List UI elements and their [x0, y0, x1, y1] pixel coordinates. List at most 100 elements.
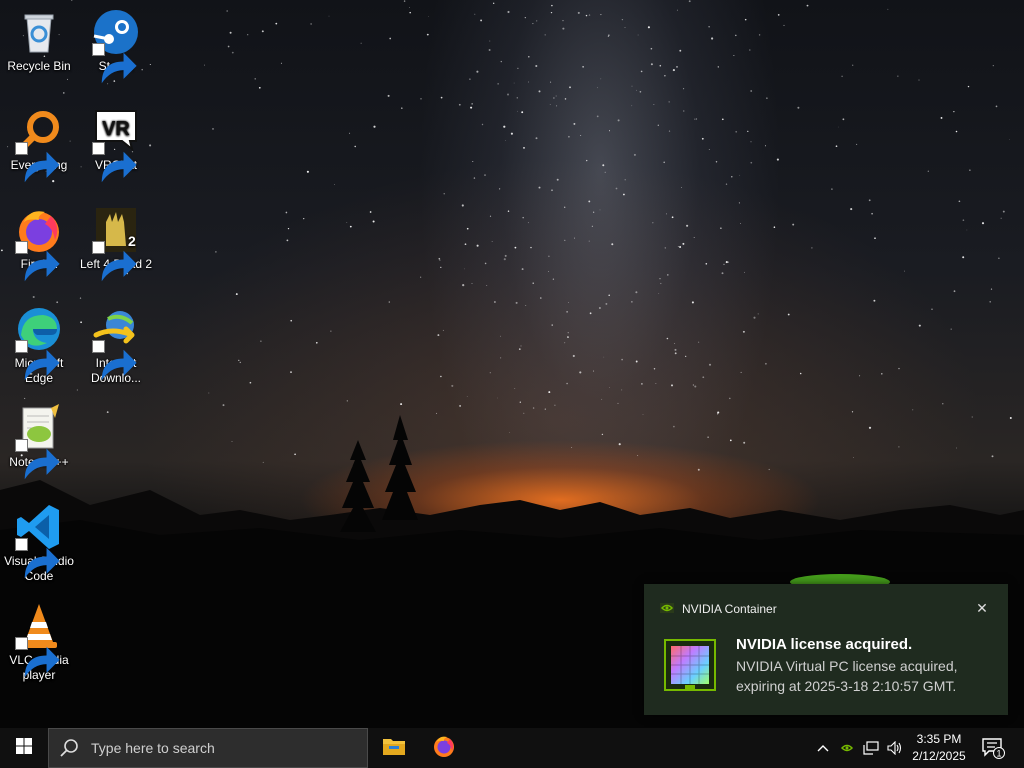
- toast-title: NVIDIA license acquired.: [736, 636, 913, 653]
- star: [667, 274, 669, 276]
- desktop-icon-notepadpp[interactable]: Notepad++: [1, 404, 77, 480]
- windows-logo-icon: [16, 737, 32, 759]
- star: [420, 276, 422, 278]
- star: [489, 215, 492, 217]
- star: [580, 134, 582, 136]
- nvidia-notification-toast[interactable]: NVIDIA Container ✕ NVIDIA license acquir…: [644, 584, 1008, 715]
- star: [633, 153, 636, 156]
- star: [497, 83, 499, 85]
- star: [758, 34, 761, 36]
- star: [600, 78, 602, 80]
- star: [503, 258, 506, 261]
- star: [624, 27, 626, 28]
- star: [1008, 138, 1010, 140]
- star: [747, 130, 749, 133]
- desktop-icon-vrchat[interactable]: VR VRChat: [78, 107, 154, 183]
- star: [346, 222, 348, 223]
- star: [247, 34, 249, 36]
- star: [550, 81, 552, 83]
- desktop-icon-steam[interactable]: Steam: [78, 8, 154, 84]
- star: [286, 239, 289, 242]
- star: [440, 96, 443, 99]
- star: [566, 311, 568, 313]
- star: [471, 282, 473, 285]
- star: [918, 79, 920, 81]
- star: [658, 293, 660, 294]
- star: [992, 65, 994, 67]
- star: [695, 118, 698, 120]
- star: [621, 18, 624, 21]
- star: [958, 200, 961, 203]
- desktop-icon-recycle-bin[interactable]: Recycle Bin: [1, 8, 77, 74]
- star: [609, 130, 610, 132]
- star: [476, 244, 479, 247]
- star: [694, 118, 696, 120]
- star: [554, 404, 556, 406]
- star: [552, 278, 555, 280]
- star: [579, 371, 582, 374]
- chevron-up-icon[interactable]: [812, 728, 834, 768]
- star: [681, 187, 682, 189]
- star: [605, 302, 608, 305]
- star: [624, 179, 626, 181]
- desktop-icon-vscode[interactable]: Visual Studio Code: [1, 503, 77, 584]
- star: [523, 146, 525, 149]
- star: [290, 319, 293, 322]
- star: [514, 246, 517, 249]
- action-center-icon[interactable]: 1: [978, 728, 1008, 768]
- star: [868, 199, 871, 202]
- nvidia-tray-icon[interactable]: [836, 728, 858, 768]
- network-icon[interactable]: [860, 728, 882, 768]
- desktop-icon-vlc[interactable]: VLC media player: [1, 602, 77, 683]
- start-button[interactable]: [0, 728, 48, 768]
- star: [555, 95, 557, 97]
- star: [652, 222, 654, 224]
- star: [574, 237, 576, 239]
- desktop-icon-firefox[interactable]: Firefox: [1, 206, 77, 282]
- volume-icon[interactable]: [884, 728, 906, 768]
- star: [562, 19, 564, 22]
- taskbar-clock[interactable]: 3:35 PM 2/12/2025: [906, 731, 972, 765]
- star: [887, 8, 889, 10]
- star: [522, 216, 524, 219]
- taskbar-search-box[interactable]: Type here to search: [48, 728, 368, 768]
- star: [727, 261, 730, 263]
- taskbar-firefox[interactable]: [420, 728, 468, 768]
- star: [753, 316, 756, 319]
- star: [349, 225, 352, 228]
- desktop-icon-internet-download-manager[interactable]: Internet Downlo...: [78, 305, 154, 386]
- star: [538, 90, 541, 93]
- shortcut-arrow-icon: [15, 340, 60, 381]
- star: [953, 111, 955, 113]
- star: [898, 367, 900, 370]
- star: [536, 20, 538, 22]
- desktop-icon-everything[interactable]: Everything: [1, 107, 77, 183]
- star: [655, 383, 657, 384]
- star: [538, 186, 541, 189]
- star: [588, 240, 590, 242]
- star: [664, 75, 666, 77]
- star: [693, 236, 695, 239]
- star: [535, 137, 538, 140]
- shortcut-arrow-icon: [15, 637, 60, 678]
- star: [897, 75, 899, 77]
- desktop-icon-edge[interactable]: Microsoft Edge: [1, 305, 77, 386]
- svg-text:VR: VR: [102, 118, 130, 140]
- taskbar-file-explorer[interactable]: [370, 728, 418, 768]
- star: [621, 358, 623, 361]
- star: [777, 14, 780, 16]
- star: [601, 398, 603, 400]
- star: [354, 145, 356, 148]
- close-icon[interactable]: ✕: [974, 600, 990, 616]
- star: [694, 385, 697, 388]
- star: [568, 135, 570, 138]
- edge-icon: [15, 305, 63, 381]
- star: [222, 404, 225, 407]
- star: [403, 0, 406, 2]
- star: [285, 211, 288, 214]
- desktop-icon-label: Recycle Bin: [7, 59, 71, 73]
- desktop-icon-left4dead2[interactable]: 2 Left 4 Dead 2: [78, 206, 154, 282]
- toast-header: NVIDIA Container: [660, 602, 777, 616]
- star: [631, 85, 633, 87]
- star: [488, 49, 491, 51]
